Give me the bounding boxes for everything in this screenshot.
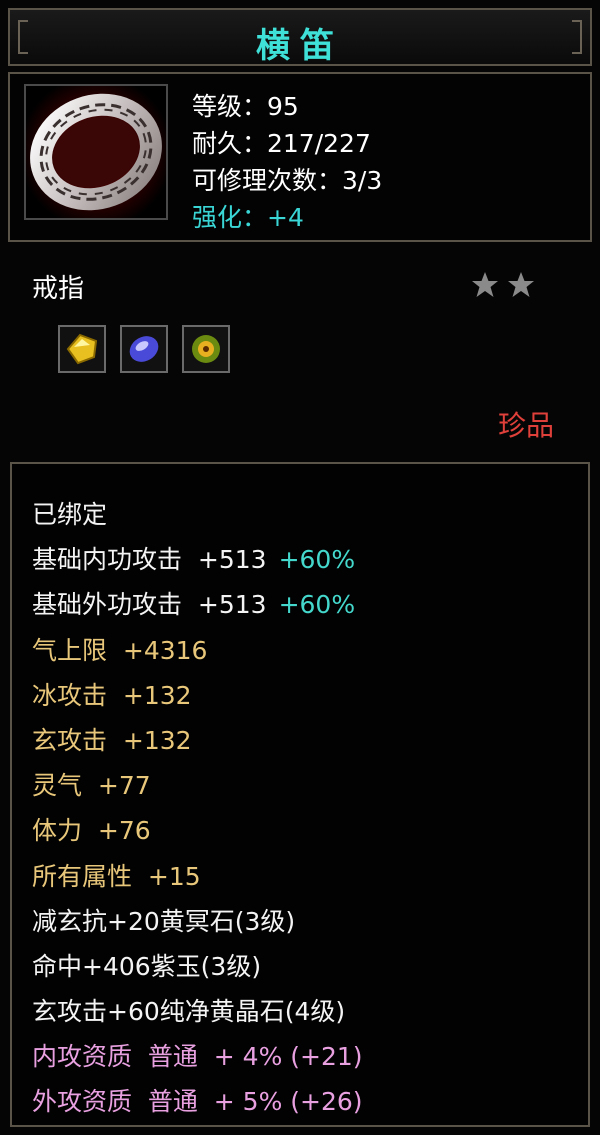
stat-label: 减玄抗+20黄冥石(3级) <box>32 906 296 936</box>
star-icon <box>472 272 498 297</box>
stat-label: 玄攻击 +132 <box>32 725 192 755</box>
stat-label: 基础内功攻击 +513 <box>32 545 267 575</box>
star-icon <box>508 272 534 297</box>
stat-line: 体力 +76 <box>32 808 363 853</box>
purple-gem-icon[interactable] <box>120 325 168 373</box>
yellow-gem-icon[interactable] <box>58 325 106 373</box>
item-icon-slot <box>24 84 168 220</box>
stat-label: 内攻资质 普通 + 4% (+21) <box>32 1042 363 1072</box>
item-rarity: 珍品 <box>497 409 554 442</box>
stat-line: 灵气 +77 <box>32 763 363 808</box>
stat-label: 基础外功攻击 +513 <box>32 590 267 620</box>
ring-icon <box>30 93 162 211</box>
stat-line: 基础内功攻击 +513 +60% <box>32 537 363 582</box>
item-info: 等级：95 耐久：217/227 可修理次数：3/3 强化：+4 <box>192 88 382 236</box>
title-bar: 横笛 <box>8 8 592 66</box>
stats-panel: 已绑定 基础内功攻击 +513 +60% 基础外功攻击 +513 +60% 气上限 +4… <box>10 462 590 1127</box>
item-durability: 耐久：217/227 <box>192 129 371 158</box>
stat-line: 基础外功攻击 +513 +60% <box>32 582 363 627</box>
stat-line: 内攻资质 普通 + 4% (+21) <box>32 1034 363 1079</box>
item-enhance: 强化：+4 <box>192 203 304 232</box>
stat-line: 冰攻击 +132 <box>32 673 363 718</box>
item-header: 等级：95 耐久：217/227 可修理次数：3/3 强化：+4 <box>8 72 592 242</box>
bound-status: 已绑定 <box>32 500 108 529</box>
stat-line: 所有属性 +15 <box>32 854 363 899</box>
stat-label: 外攻资质 普通 + 5% (+26) <box>32 1087 363 1117</box>
item-repair-count: 可修理次数：3/3 <box>192 166 383 195</box>
stat-label: 气上限 +4316 <box>32 635 208 665</box>
stat-label: 玄攻击+60纯净黄晶石(4级) <box>32 997 346 1027</box>
stat-percent: +60% <box>278 545 356 575</box>
green-gem-icon[interactable] <box>182 325 230 373</box>
stat-line: 玄攻击+60纯净黄晶石(4级) <box>32 989 363 1034</box>
stat-line: 玄攻击 +132 <box>32 718 363 763</box>
stat-label: 命中+406紫玉(3级) <box>32 951 262 981</box>
item-name: 横笛 <box>256 26 344 66</box>
item-category: 戒指 <box>32 274 85 304</box>
stat-label: 冰攻击 +132 <box>32 680 192 710</box>
item-tooltip: 横笛 等级：95 耐久：217/227 可修理次数：3/3 强化：+4 戒指 珍… <box>0 0 600 1135</box>
stat-line: 气上限 +4316 <box>32 628 363 673</box>
stat-line: 减玄抗+20黄冥石(3级) <box>32 899 363 944</box>
stat-label: 体力 +76 <box>32 816 151 846</box>
stat-label: 所有属性 +15 <box>32 861 201 891</box>
stat-line: 命中+406紫玉(3级) <box>32 944 363 989</box>
stat-percent: +60% <box>278 590 356 620</box>
item-level: 等级：95 <box>192 92 299 121</box>
stat-label: 灵气 +77 <box>32 771 151 801</box>
stat-line: 外攻资质 普通 + 5% (+26) <box>32 1079 363 1124</box>
